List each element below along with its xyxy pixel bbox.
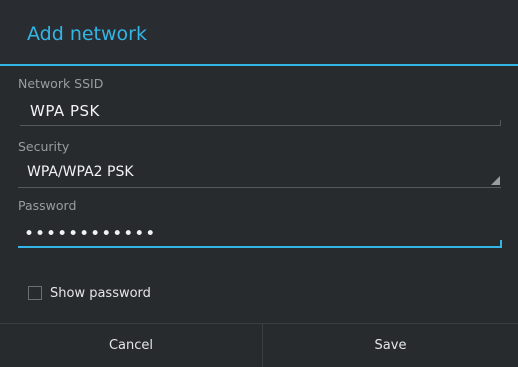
password-underline [18, 246, 502, 248]
security-label: Security [18, 139, 70, 154]
dialog-title-bar: Add network [0, 0, 518, 64]
show-password-checkbox[interactable] [28, 286, 42, 300]
add-network-dialog: Add network Network SSID WPA PSK Securit… [0, 0, 518, 367]
security-select[interactable]: WPA/WPA2 PSK [27, 162, 134, 182]
password-input[interactable]: •••••••••••• [24, 224, 156, 244]
cancel-button-label: Cancel [108, 338, 154, 353]
button-bar: Cancel Save [0, 323, 518, 367]
dialog-title: Add network [27, 23, 147, 45]
password-underline-tick [500, 240, 502, 247]
cancel-button[interactable]: Cancel [0, 324, 262, 367]
ssid-label: Network SSID [18, 76, 104, 91]
ssid-underline [20, 125, 501, 126]
security-underline [18, 187, 501, 188]
ssid-underline-tick [500, 120, 501, 126]
password-label: Password [18, 198, 77, 213]
title-divider [0, 64, 518, 66]
ssid-input[interactable]: WPA PSK [30, 101, 100, 121]
save-button-label: Save [374, 338, 407, 353]
dropdown-arrow-icon[interactable] [491, 176, 500, 185]
show-password-label[interactable]: Show password [50, 285, 151, 302]
save-button[interactable]: Save [263, 324, 518, 367]
